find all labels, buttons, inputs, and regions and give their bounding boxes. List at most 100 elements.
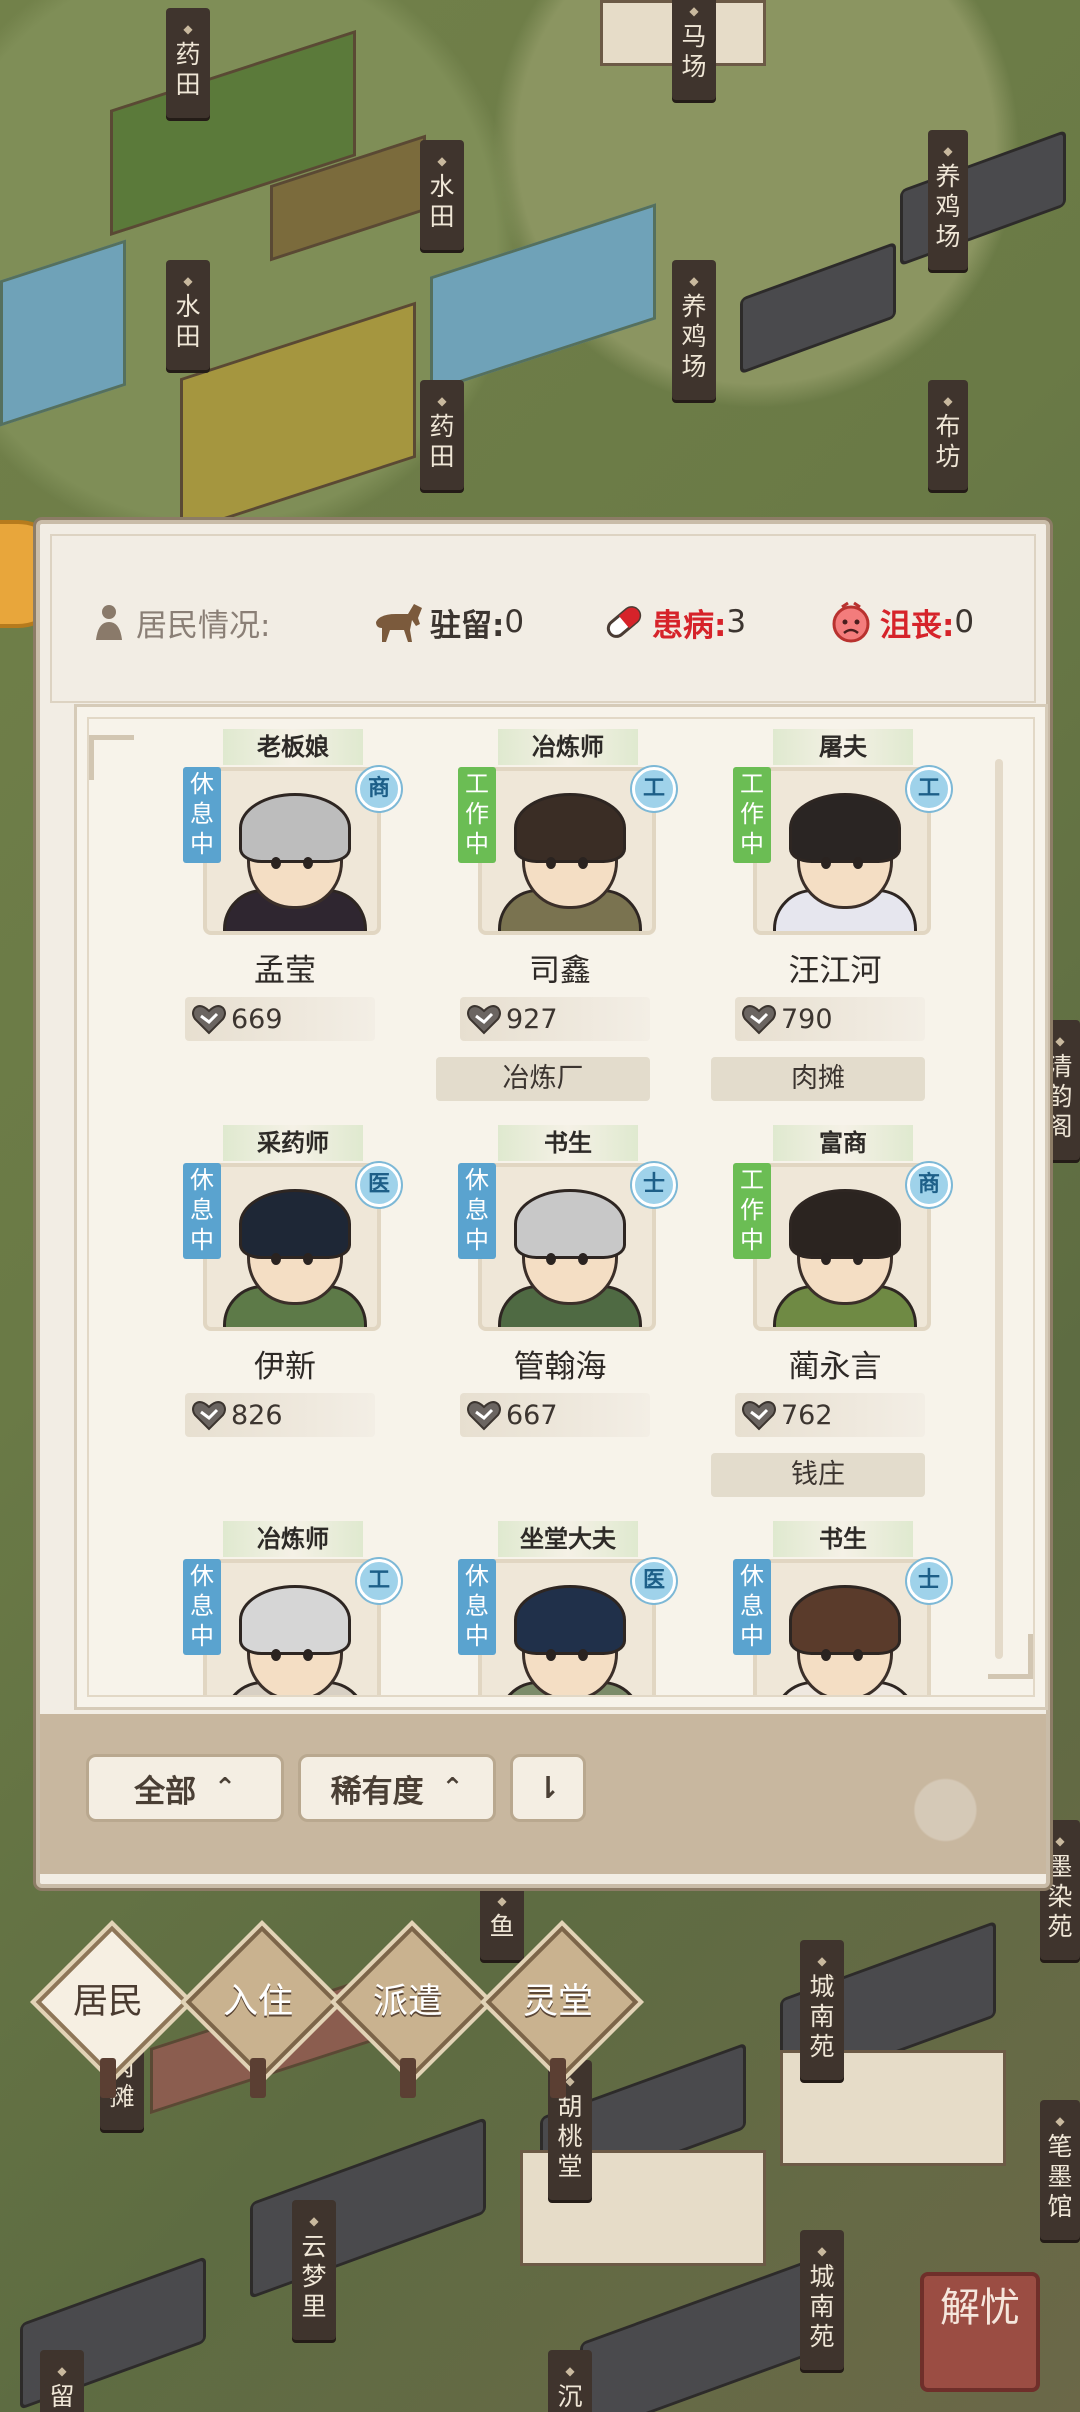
resident-workplace[interactable]: 钱庄 — [711, 1453, 925, 1497]
resident-job: 冶炼师 — [498, 729, 638, 765]
tab-residents[interactable]: 居民 — [35, 1925, 189, 2098]
heart-icon — [742, 1005, 776, 1035]
map-sign[interactable]: 留 — [40, 2350, 84, 2412]
resident-card[interactable]: 书生休息中 士管翰海 667 — [424, 1123, 696, 1493]
filter-label: 全部 — [134, 1773, 197, 1810]
resident-card[interactable]: 冶炼师休息中 工 — [149, 1519, 421, 1695]
sort-order-icon: ⇂ — [535, 1770, 561, 1806]
map-sign[interactable]: 城南苑 — [800, 1940, 844, 2080]
resident-cards: 老板娘休息中商孟莹 669 冶炼师工作中工司鑫 927 冶炼厂 屠夫工作中工汪江河 790 肉… — [89, 719, 1033, 1695]
map-sign[interactable]: 药田 — [420, 380, 464, 490]
map-sign[interactable]: 云梦里 — [292, 2200, 336, 2340]
map-sign[interactable]: 笔墨馆 — [1040, 2100, 1080, 2240]
portrait-eye — [578, 857, 588, 869]
resident-list-panel[interactable]: 老板娘休息中商孟莹 669 冶炼师工作中工司鑫 927 冶炼厂 屠夫工作中工汪江河 790 肉… — [74, 704, 1048, 1710]
residents-dialog: 居民情况: 驻留: 0 患病: 3 沮丧: 0 老板娘 休 息 中 商 孟莹 6… — [36, 520, 1050, 1888]
portrait-eye — [271, 857, 281, 869]
sick-count: 患病: 3 — [602, 582, 746, 662]
resident-card[interactable]: 老板娘休息中 商孟莹 669 — [149, 727, 421, 1097]
heart-icon — [192, 1005, 226, 1035]
heart-icon — [467, 1005, 501, 1035]
stamp-label: 解忧 — [940, 2285, 1020, 2331]
resident-portrait — [203, 1559, 381, 1695]
portrait-eye — [853, 1253, 863, 1265]
sort-bar: 全部 ⌃ 稀有度 ⌃ ⇂ — [40, 1714, 1046, 1874]
filter-dropdown[interactable]: 全部 ⌃ — [86, 1754, 284, 1822]
worry-relief-button[interactable]: 解忧 — [920, 2272, 1040, 2392]
resident-stat: 762 — [735, 1393, 925, 1437]
resident-status-badge: 休息中 — [183, 1559, 221, 1655]
resident-card[interactable]: 坐堂大夫休息中 医 — [424, 1519, 696, 1695]
resident-portrait — [753, 767, 931, 935]
resident-name: 蔺永言 — [788, 1349, 882, 1385]
tab-memorial[interactable]: 灵堂 — [485, 1925, 639, 2098]
resident-card[interactable]: 书生休息中 士 — [699, 1519, 971, 1695]
depressed-value: 0 — [954, 604, 975, 640]
building-roof — [900, 129, 1066, 267]
map-sign[interactable]: 水田 — [166, 260, 210, 370]
tab-label: 居民 — [72, 1981, 143, 2022]
sort-label: 稀有度 — [330, 1773, 424, 1810]
resident-stat-value: 762 — [781, 1399, 833, 1431]
map-sign[interactable]: 养鸡场 — [672, 260, 716, 400]
map-sign[interactable]: 城南苑 — [800, 2230, 844, 2370]
resident-card[interactable]: 冶炼师工作中 工司鑫 927 冶炼厂 — [424, 727, 696, 1101]
building-roof — [250, 2117, 486, 2299]
resident-stat-value: 790 — [781, 1003, 833, 1035]
horse-icon — [376, 604, 422, 642]
portrait-hair — [239, 793, 351, 863]
resident-name: 孟莹 — [254, 953, 316, 989]
portrait-hair — [514, 793, 626, 863]
resident-job: 老板娘 — [223, 729, 363, 765]
portrait-hair — [789, 793, 901, 863]
resident-portrait — [203, 767, 381, 935]
resident-stat: 927 — [460, 997, 650, 1041]
resident-stat: 826 — [185, 1393, 375, 1437]
map-sign[interactable]: 马场 — [672, 0, 716, 100]
stay-label: 驻留: — [430, 607, 505, 644]
map-sign[interactable]: 沉 — [548, 2350, 592, 2412]
sort-dropdown[interactable]: 稀有度 ⌃ — [298, 1754, 496, 1822]
resident-list[interactable]: 老板娘休息中商孟莹 669 冶炼师工作中工司鑫 927 冶炼厂 屠夫工作中工汪江河 790 肉… — [87, 717, 1035, 1697]
resident-class-badge: 士 — [907, 1559, 951, 1603]
resident-class-badge: 商 — [907, 1163, 951, 1207]
resident-job: 书生 — [498, 1125, 638, 1161]
resident-stat-value: 927 — [506, 1003, 558, 1035]
resident-status-badge: 工作中 — [733, 1163, 771, 1259]
resident-portrait — [203, 1163, 381, 1331]
resident-card[interactable]: 富商工作中 商蔺永言 762 钱庄 — [699, 1123, 971, 1497]
resident-status-badge: 休息中 — [183, 767, 221, 863]
resident-name: 伊新 — [254, 1349, 316, 1385]
tab-dispatch[interactable]: 派遣 — [335, 1925, 489, 2098]
portrait-eye — [303, 1253, 313, 1265]
resident-workplace[interactable]: 冶炼厂 — [436, 1057, 650, 1101]
map-sign[interactable]: 药田 — [166, 8, 210, 118]
portrait-hair — [789, 1189, 901, 1259]
map-sign[interactable]: 布坊 — [928, 380, 968, 490]
resident-job: 书生 — [773, 1521, 913, 1557]
pond — [0, 239, 126, 427]
resident-status-badge: 休息中 — [458, 1163, 496, 1259]
resident-class-badge: 商 — [357, 767, 401, 811]
heart-icon — [192, 1401, 226, 1431]
resident-status-badge: 休息中 — [733, 1559, 771, 1655]
resident-workplace[interactable]: 肉摊 — [711, 1057, 925, 1101]
tab-checkin[interactable]: 入住 — [185, 1925, 339, 2098]
portrait-eye — [271, 1649, 281, 1661]
sick-label: 患病: — [652, 607, 727, 644]
sort-order-button[interactable]: ⇂ — [510, 1754, 586, 1822]
portrait-eye — [303, 1649, 313, 1661]
portrait-eye — [578, 1649, 588, 1661]
residents-summary: 居民情况: — [92, 582, 270, 662]
resident-stat: 669 — [185, 997, 375, 1041]
residents-header: 居民情况: 驻留: 0 患病: 3 沮丧: 0 — [40, 582, 1046, 662]
resident-portrait — [478, 1163, 656, 1331]
resident-stat-value: 669 — [231, 1003, 283, 1035]
resident-card[interactable]: 屠夫工作中 工汪江河 790 肉摊 — [699, 727, 971, 1101]
map-sign[interactable]: 养鸡场 — [928, 130, 968, 270]
map-sign[interactable]: 水田 — [420, 140, 464, 250]
resident-job: 屠夫 — [773, 729, 913, 765]
resident-card[interactable]: 采药师休息中 医伊新 826 — [149, 1123, 421, 1493]
tab-label: 灵堂 — [522, 1981, 593, 2022]
heart-icon — [742, 1401, 776, 1431]
